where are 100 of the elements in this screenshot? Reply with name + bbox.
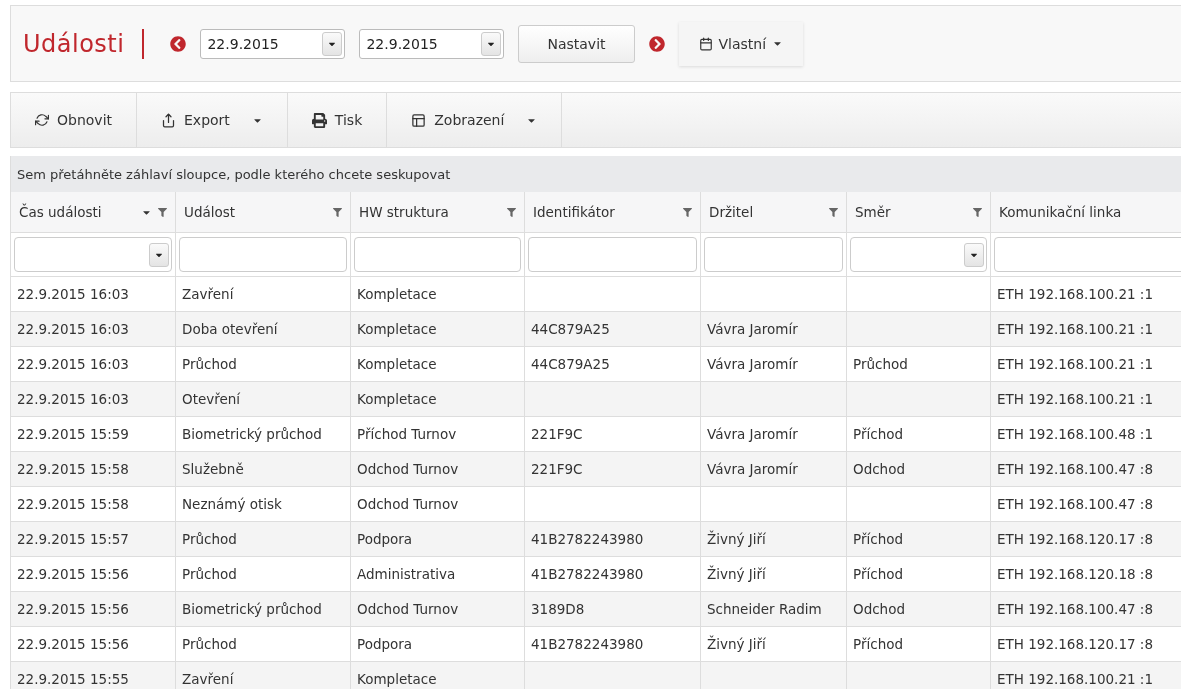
table-cell: Biometrický průchod: [176, 417, 351, 452]
table-cell: 22.9.2015 15:58: [11, 487, 176, 522]
filter-icon[interactable]: [683, 207, 692, 217]
table-cell: ETH 192.168.100.47 :8: [991, 452, 1181, 487]
table-cell: ETH 192.168.100.21 :1: [991, 312, 1181, 347]
date-input[interactable]: 22.9.2015: [203, 35, 323, 52]
column-header[interactable]: Událost: [176, 192, 351, 233]
column-label: Čas události: [19, 204, 103, 220]
filter-icon[interactable]: [829, 207, 838, 217]
table-cell: 22.9.2015 16:03: [11, 277, 176, 312]
calendar-icon: [698, 36, 713, 51]
table-cell: Odchod Turnov: [351, 452, 525, 487]
table-cell: 22.9.2015 15:55: [11, 662, 176, 689]
refresh-icon: [35, 113, 49, 127]
table-cell: ETH 192.168.100.21 :1: [991, 662, 1181, 689]
table-cell: Příchod: [847, 417, 991, 452]
table-cell: Odchod Turnov: [351, 592, 525, 627]
table-cell: Vávra Jaromír: [701, 417, 847, 452]
table-cell: Administrativa: [351, 557, 525, 592]
table-cell: Kompletace: [351, 277, 525, 312]
column-label: HW struktura: [359, 204, 450, 220]
column-label: Komunikační linka: [999, 204, 1123, 220]
column-label: Identifikátor: [533, 204, 616, 220]
date-picker[interactable]: 22.9.2015: [200, 28, 346, 59]
filter-icon[interactable]: [158, 207, 167, 217]
column-header[interactable]: Čas události: [11, 192, 176, 233]
table-cell: Průchod: [847, 347, 991, 382]
table-cell: 44C879A25: [525, 347, 701, 382]
dropdown-button[interactable]: [149, 242, 169, 267]
toolbar-button[interactable]: Obnovit: [11, 93, 137, 147]
filter-icon[interactable]: [507, 207, 516, 217]
table-cell: Odchod: [847, 592, 991, 627]
layout-icon: [411, 112, 427, 128]
table-cell: 221F9C: [525, 452, 701, 487]
table-cell: Zavření: [176, 662, 351, 689]
table-cell: 44C879A25: [525, 312, 701, 347]
column-header[interactable]: Směr: [847, 192, 991, 233]
toolbar-button[interactable]: Zobrazení: [387, 93, 563, 147]
table-cell: Odchod Turnov: [351, 487, 525, 522]
table-cell: Příchod Turnov: [351, 417, 525, 452]
date-input[interactable]: 22.9.2015: [362, 35, 482, 52]
filter-field[interactable]: [179, 237, 347, 272]
table-cell: Doba otevření: [176, 312, 351, 347]
filter-field[interactable]: [354, 237, 521, 272]
filter-icon[interactable]: [333, 207, 342, 217]
table-cell: Kompletace: [351, 382, 525, 417]
table-cell: Příchod: [847, 627, 991, 662]
previous-icon[interactable]: [170, 35, 187, 52]
filter-field[interactable]: [528, 237, 697, 272]
table-cell: 41B2782243980: [525, 627, 701, 662]
next-icon[interactable]: [648, 35, 665, 52]
dropdown-button[interactable]: [964, 242, 984, 267]
table-cell: Neznámý otisk: [176, 487, 351, 522]
column-header[interactable]: Identifikátor: [525, 192, 701, 233]
table-cell: 22.9.2015 15:58: [11, 452, 176, 487]
filter-field[interactable]: [994, 237, 1181, 272]
table-cell: 3189D8: [525, 592, 701, 627]
table-cell: Zavření: [176, 277, 351, 312]
table-cell: Průchod: [176, 557, 351, 592]
table-cell: 22.9.2015 15:56: [11, 557, 176, 592]
table-cell: Živný Jiří: [701, 522, 847, 557]
group-hint: Sem přetáhněte záhlaví sloupce, podle kterého chcete seskupovat: [10, 156, 1181, 192]
table-cell: ETH 192.168.120.17 :8: [991, 522, 1181, 557]
table-cell: 22.9.2015 16:03: [11, 347, 176, 382]
column-header[interactable]: HW struktura: [351, 192, 525, 233]
table-cell: Biometrický průchod: [176, 592, 351, 627]
table-cell: Kompletace: [351, 312, 525, 347]
table-cell: Průchod: [176, 347, 351, 382]
table-cell: Příchod: [847, 522, 991, 557]
dropdown-button[interactable]: [322, 31, 343, 56]
table-cell: 22.9.2015 16:03: [11, 382, 176, 417]
table-cell: Průchod: [176, 627, 351, 662]
table-cell: Vávra Jaromír: [701, 312, 847, 347]
table-cell: ETH 192.168.100.47 :8: [991, 592, 1181, 627]
table-cell: Otevření: [176, 382, 351, 417]
table-cell: Kompletace: [351, 347, 525, 382]
date-picker[interactable]: 22.9.2015: [359, 28, 505, 59]
printer-icon: [311, 112, 327, 128]
filter-field[interactable]: [704, 237, 843, 272]
toolbar-button[interactable]: Tisk: [287, 93, 388, 147]
table-cell: Odchod: [847, 452, 991, 487]
column-label: Událost: [184, 204, 237, 220]
table-cell: Živný Jiří: [701, 557, 847, 592]
filter-icon[interactable]: [973, 207, 982, 217]
table-cell: 22.9.2015 16:03: [11, 312, 176, 347]
table-cell: ETH 192.168.100.21 :1: [991, 382, 1181, 417]
table-cell: Schneider Radim: [701, 592, 847, 627]
dropdown-button[interactable]: [481, 31, 502, 56]
table-cell: 41B2782243980: [525, 557, 701, 592]
column-header[interactable]: Komunikační linka: [991, 192, 1181, 233]
column-label: Držitel: [709, 204, 755, 220]
table-cell: 22.9.2015 15:56: [11, 627, 176, 662]
table-cell: 22.9.2015 15:59: [11, 417, 176, 452]
toolbar-button[interactable]: Export: [137, 93, 288, 147]
table-cell: 22.9.2015 15:56: [11, 592, 176, 627]
set-button[interactable]: Nastavit: [518, 24, 635, 63]
column-header[interactable]: Držitel: [701, 192, 847, 233]
table-cell: Vávra Jaromír: [701, 347, 847, 382]
range-menu[interactable]: Vlastní: [678, 21, 804, 66]
table-cell: Kompletace: [351, 662, 525, 689]
